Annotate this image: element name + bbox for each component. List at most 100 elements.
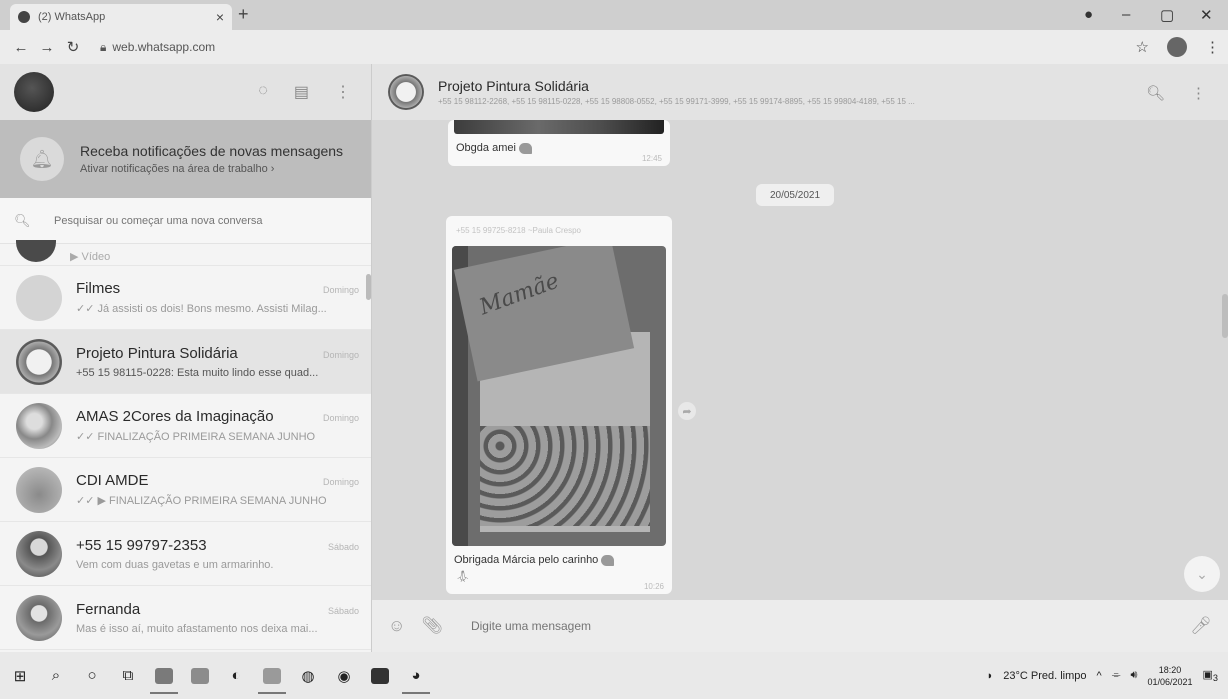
- microphone-icon[interactable]: 🎤︎: [1190, 616, 1212, 636]
- notification-banner[interactable]: 🔔︎ Receba notificações de novas mensagen…: [0, 120, 371, 198]
- tab-close-icon[interactable]: ×: [216, 9, 224, 25]
- maximize-button[interactable]: ▢: [1160, 6, 1174, 24]
- conversation-menu-icon[interactable]: ⋮: [1191, 84, 1206, 102]
- chat-list-item[interactable]: Fernanda Sábado Mas é isso aí, muito afa…: [0, 586, 371, 650]
- chat-last-message: ✓✓ FINALIZAÇÃO PRIMEIRA SEMANA JUNHO: [76, 431, 316, 443]
- conversation-header[interactable]: Projeto Pintura Solidária +55 15 98112-2…: [372, 64, 1228, 120]
- sidebar-scrollbar[interactable]: [366, 274, 371, 300]
- notification-count: 3: [1212, 673, 1218, 684]
- extension-icon[interactable]: ●: [1084, 6, 1093, 23]
- message-bubble[interactable]: +55 15 99725-8218 ~Paula Crespo Mamãe Ob…: [446, 216, 672, 594]
- message-text: Obgda amei: [456, 142, 532, 154]
- chat-time: Sábado: [327, 541, 359, 552]
- tray-chevron-icon[interactable]: ^: [1097, 670, 1102, 682]
- chat-name: +55 15 99797-2353: [76, 536, 207, 554]
- chat-list-item[interactable]: ▶ Vídeo: [0, 240, 371, 266]
- search-messages-icon[interactable]: 🔍︎: [1146, 84, 1165, 102]
- heart-emoji-icon: [601, 554, 615, 566]
- chat-last-message: +55 15 98115-0228: Esta muito lindo esse…: [76, 366, 319, 379]
- chrome-browser-icon[interactable]: ◉: [326, 658, 362, 694]
- chat-name: Filmes: [76, 280, 121, 297]
- chat-last-message: Mas é isso aí, muito afastamento nos dei…: [76, 622, 318, 635]
- group-avatar[interactable]: [388, 74, 424, 110]
- url-text: web.whatsapp.com: [112, 40, 216, 54]
- weather-icon[interactable]: ◗: [987, 670, 994, 682]
- chat-list: ▶ Vídeo Filmes Domingo ✓✓ Já assisti os …: [0, 240, 371, 650]
- conversation-scrollbar[interactable]: [1222, 294, 1228, 338]
- chat-list-item-selected[interactable]: Projeto Pintura Solidária Domingo +55 15…: [0, 330, 371, 394]
- chat-list-item[interactable]: +55 15 99797-2353 Sábado Vem com duas ga…: [0, 522, 371, 586]
- store-icon[interactable]: [362, 658, 398, 694]
- group-avatar: [16, 338, 62, 385]
- new-chat-icon[interactable]: ▤: [294, 82, 309, 102]
- browser-tab-whatsapp[interactable]: (2) WhatsApp ×: [10, 4, 232, 30]
- chat-last-message: ▶ Vídeo: [70, 251, 111, 263]
- chat-name: AMAS 2Cores da Imaginação: [76, 408, 274, 425]
- image-thumbnail[interactable]: [454, 120, 664, 134]
- enable-notifications-link[interactable]: Ativar notificações na área de trabalho …: [80, 163, 343, 175]
- chat-last-message: ✓✓ ▶ FINALIZAÇÃO PRIMEIRA SEMANA JUNHO: [76, 495, 327, 507]
- message-bubble[interactable]: Obgda amei 12:45: [448, 120, 670, 166]
- conversation-participants: +55 15 98112-2268, +55 15 98115-0228, +5…: [438, 97, 915, 106]
- chat-list-item[interactable]: AMAS 2Cores da Imaginação Domingo ✓✓ FIN…: [0, 394, 371, 458]
- menu-icon[interactable]: ⋮: [335, 82, 351, 102]
- close-window-button[interactable]: ✕: [1200, 6, 1213, 24]
- url-field[interactable]: 🔒︎ web.whatsapp.com: [100, 40, 215, 55]
- group-avatar: [16, 466, 62, 513]
- photo-attachment[interactable]: Mamãe: [452, 246, 666, 546]
- system-tray: ◗ 23°C Pred. limpo ^ ⌯ 🔊︎ 18:20 01/06/20…: [987, 652, 1218, 699]
- search-input[interactable]: [54, 214, 334, 227]
- my-avatar[interactable]: [14, 72, 54, 112]
- file-explorer-icon[interactable]: [146, 658, 182, 694]
- chat-last-message: ✓✓ Já assisti os dois! Bons mesmo. Assis…: [76, 303, 327, 315]
- reload-icon[interactable]: ↻: [60, 38, 86, 56]
- contact-avatar: [16, 530, 62, 577]
- minimize-button[interactable]: –: [1122, 6, 1130, 23]
- forward-arrow-icon[interactable]: →: [34, 39, 60, 56]
- message-sender: +55 15 99725-8218 ~Paula Crespo: [456, 226, 581, 235]
- profile-avatar[interactable]: [1167, 37, 1187, 57]
- chat-time: Sábado: [327, 605, 359, 616]
- back-arrow-icon[interactable]: ←: [8, 39, 34, 56]
- clock-time: 18:20: [1158, 664, 1182, 675]
- attach-icon[interactable]: 📎︎: [421, 616, 443, 636]
- chrome-whatsapp-icon[interactable]: ◕: [398, 658, 434, 694]
- forward-icon[interactable]: ➦: [678, 402, 696, 420]
- message-area: Obgda amei 12:45 20/05/2021 +55 15 99725…: [372, 120, 1228, 600]
- tab-title: (2) WhatsApp: [38, 11, 106, 23]
- task-view-icon[interactable]: ⧉: [110, 658, 146, 694]
- scroll-down-icon[interactable]: ⌄: [1184, 556, 1220, 592]
- group-avatar: [16, 274, 62, 321]
- chat-list-item[interactable]: Filmes Domingo ✓✓ Já assisti os dois! Bo…: [0, 266, 371, 330]
- chat-list-item[interactable]: CDI AMDE Domingo ✓✓ ▶ FINALIZAÇÃO PRIMEI…: [0, 458, 371, 522]
- conversation-panel: Projeto Pintura Solidária +55 15 98112-2…: [372, 64, 1228, 652]
- app-icon[interactable]: ◍: [290, 658, 326, 694]
- cortana-icon[interactable]: ○: [74, 658, 110, 694]
- contact-avatar: [16, 594, 62, 641]
- message-input[interactable]: [458, 610, 1177, 642]
- photos-app-icon[interactable]: [254, 658, 290, 694]
- status-icon[interactable]: ◌: [258, 82, 268, 102]
- whatsapp-favicon-icon: [18, 11, 30, 23]
- taskbar: ⊞ ⌕ ○ ⧉ ◐ ◍ ◉ ◕ ◗ 23°C Pred. limpo ^ ⌯ 🔊…: [0, 652, 1228, 699]
- conversation-title: Projeto Pintura Solidária: [438, 78, 589, 94]
- notification-center-icon[interactable]: ▣3: [1203, 668, 1219, 683]
- new-tab-button[interactable]: +: [238, 4, 249, 25]
- search-icon[interactable]: ⌕: [38, 658, 74, 694]
- network-icon[interactable]: ⌯: [1112, 669, 1121, 682]
- chat-time: Domingo: [322, 413, 359, 423]
- search-icon: 🔍︎: [14, 212, 31, 228]
- browser-menu-icon[interactable]: ⋮: [1205, 38, 1220, 56]
- heart-emoji-icon: [518, 142, 532, 154]
- app-icon[interactable]: [182, 658, 218, 694]
- weather-text[interactable]: 23°C Pred. limpo: [1003, 670, 1086, 682]
- emoji-icon[interactable]: ☺: [388, 616, 405, 636]
- address-bar: ← → ↻ 🔒︎ web.whatsapp.com ☆ ⋮: [0, 30, 1228, 64]
- volume-icon[interactable]: 🔊︎: [1131, 669, 1138, 682]
- praying-hands-emoji-icon: 🙏︎: [456, 571, 470, 583]
- clock[interactable]: 18:20 01/06/2021: [1147, 664, 1192, 688]
- bookmark-star-icon[interactable]: ☆: [1136, 38, 1149, 56]
- edge-browser-icon[interactable]: ◐: [218, 658, 254, 694]
- date-separator: 20/05/2021: [756, 184, 834, 206]
- start-windows-icon[interactable]: ⊞: [2, 658, 38, 694]
